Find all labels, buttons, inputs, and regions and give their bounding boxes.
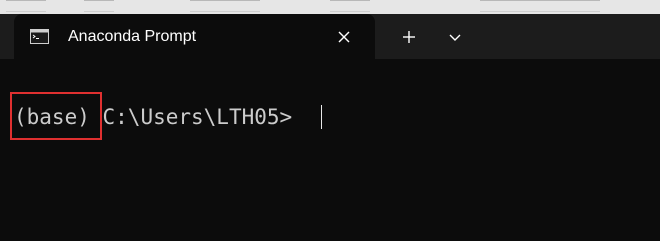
plus-icon [403, 31, 415, 43]
new-tab-button[interactable] [396, 24, 422, 50]
tab-dropdown-button[interactable] [442, 24, 468, 50]
close-tab-button[interactable] [332, 25, 356, 49]
terminal-icon [30, 29, 49, 44]
terminal-content[interactable] [0, 59, 660, 241]
close-icon [338, 31, 350, 43]
background-artifact [480, 0, 600, 12]
env-highlight-box [10, 92, 102, 140]
background-strip [0, 0, 660, 14]
chevron-down-icon [449, 34, 461, 41]
current-path: C:\Users\LTH05> [102, 105, 293, 129]
text-cursor [321, 105, 322, 129]
background-artifact [330, 0, 370, 12]
background-artifact [6, 0, 46, 12]
background-artifact [84, 0, 114, 12]
tab-title: Anaconda Prompt [68, 28, 197, 45]
background-artifact [190, 0, 260, 12]
terminal-window: Anaconda Prompt (base) C:\Users\LTH05> [0, 0, 660, 241]
